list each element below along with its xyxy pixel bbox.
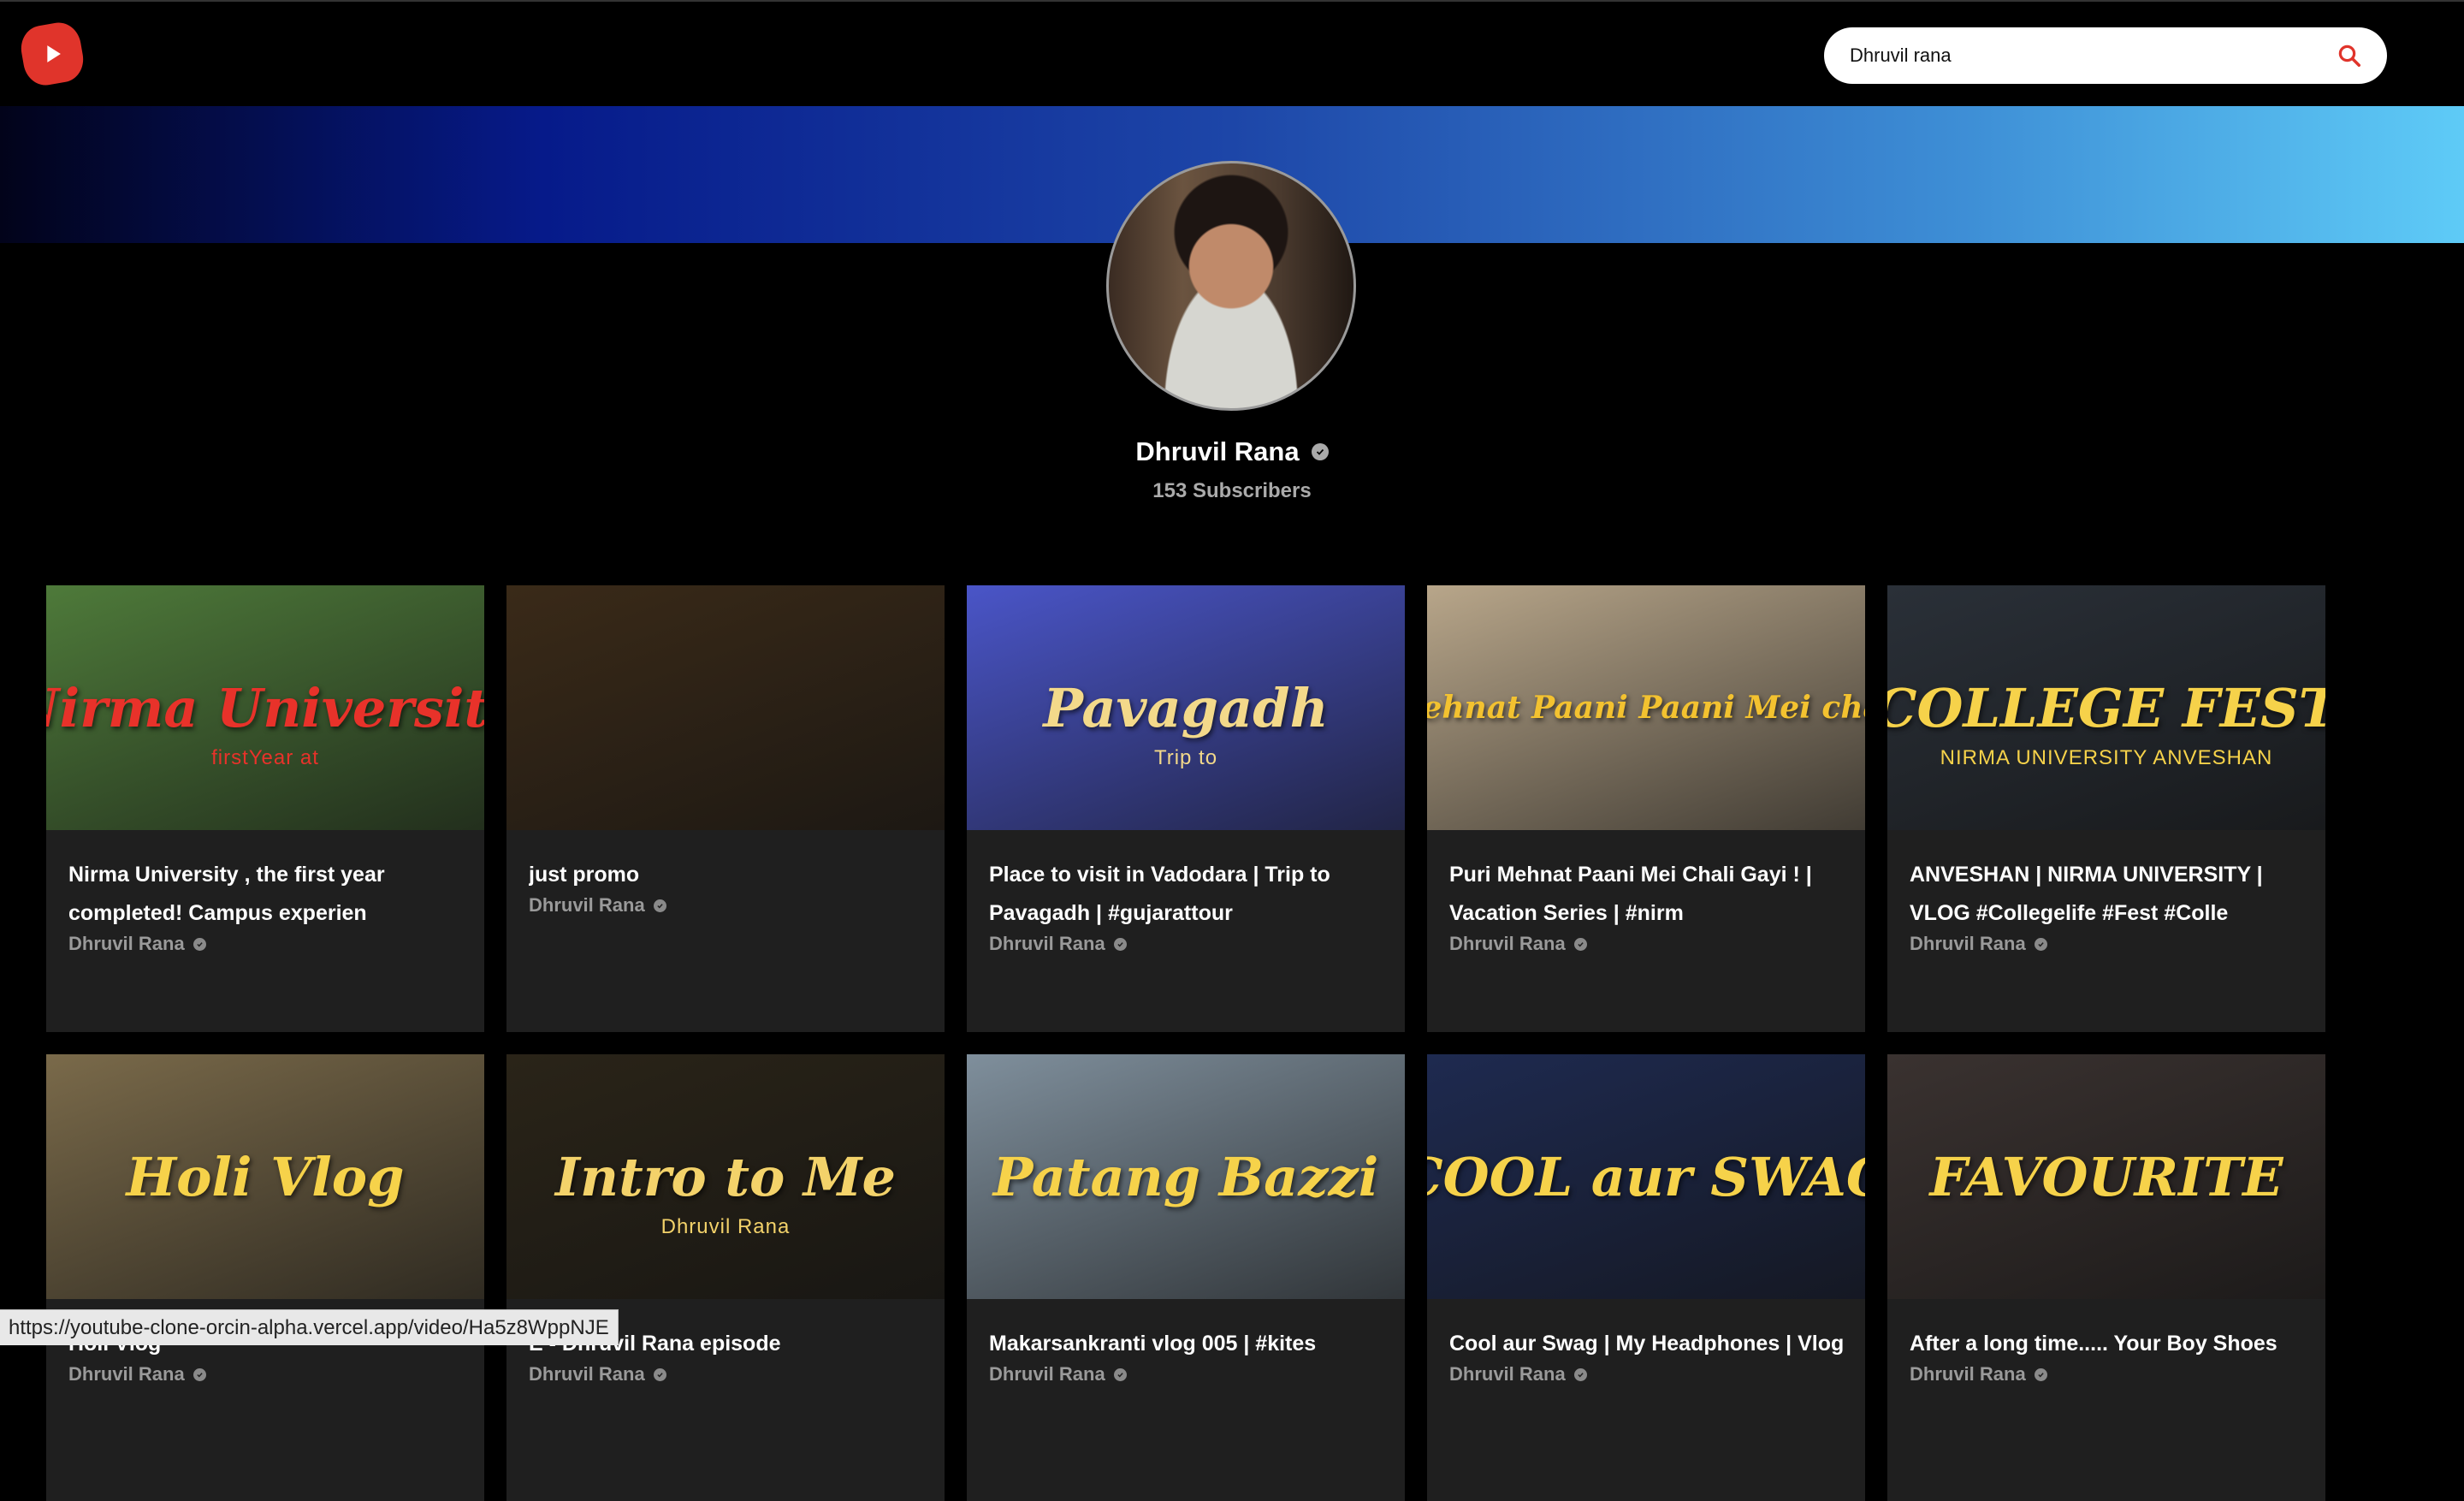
video-thumbnail[interactable]: Dhruvil Rana Intro to Me [506,1054,945,1299]
author-name[interactable]: Dhruvil Rana [68,1363,185,1385]
thumbnail-text: COLLEGE FEST [1887,676,2325,739]
verified-icon [2034,937,2047,951]
video-thumbnail[interactable] [506,585,945,830]
verified-icon [192,1368,206,1381]
video-author: Dhruvil Rana [1910,1363,2305,1385]
channel-name-text: Dhruvil Rana [1135,436,1300,466]
video-card[interactable]: Holi VlogHoli VlogDhruvil Rana [46,1054,484,1501]
thumbnail-subtext: firstYear at [211,746,319,769]
video-author: Dhruvil Rana [989,933,1384,955]
video-meta: After a long time..... Your Boy Shoes Dhr… [1887,1299,2325,1385]
thumbnail-text: FAVOURITE [1929,1145,2283,1208]
author-name[interactable]: Dhruvil Rana [989,1363,1105,1385]
video-author: Dhruvil Rana [1449,933,1845,955]
verified-icon [1573,937,1587,951]
video-card[interactable]: just promo Dhruvil Rana [506,585,945,1032]
author-name[interactable]: Dhruvil Rana [1910,933,2026,955]
thumbnail-text: Patang Bazzi [992,1145,1379,1208]
video-card[interactable]: Trip to Pavagadh Place to visit in Vadodar… [967,585,1405,1032]
video-meta: ANVESHAN | NIRMA UNIVERSITY | VLOG #Coll… [1887,830,2325,955]
thumbnail-subtext: Dhruvil Rana [660,1215,791,1238]
video-meta: Cool aur Swag | My Headphones | Vlog Dhru… [1427,1299,1865,1385]
video-thumbnail[interactable]: Holi Vlog [46,1054,484,1299]
video-title[interactable]: just promo [529,856,924,894]
author-name[interactable]: Dhruvil Rana [989,933,1105,955]
thumbnail-subtext: NIRMA UNIVERSITY ANVESHAN [1940,746,2273,769]
video-meta: just promo Dhruvil Rana [506,830,945,917]
video-meta: Puri Mehnat Paani Mei Chali Gayi ! | Vac… [1427,830,1865,955]
video-card[interactable]: Patang Bazzi Makarsankranti vlog 005 | #k… [967,1054,1405,1501]
video-meta: Nirma University , the first year comple… [46,830,484,955]
verified-icon [192,937,206,951]
thumbnail-subtext: Trip to [1153,746,1218,769]
thumbnail-text: COOL aur SWAG [1427,1145,1865,1208]
verified-icon [1311,443,1329,460]
search-icon[interactable] [2332,39,2366,73]
video-title[interactable]: Cool aur Swag | My Headphones | Vlog [1449,1325,1845,1363]
verified-icon [1113,937,1127,951]
author-name[interactable]: Dhruvil Rana [1910,1363,2026,1385]
video-card[interactable]: FAVOURITE After a long time..... Your Boy… [1887,1054,2325,1501]
video-grid: firstYear at Nirma University Nirma Univer… [46,585,2325,1501]
play-logo-icon[interactable] [17,19,87,89]
video-meta: Makarsankranti vlog 005 | #kites Dhruvil … [967,1299,1405,1385]
author-name[interactable]: Dhruvil Rana [529,1363,645,1385]
video-thumbnail[interactable]: firstYear at Nirma University [46,585,484,830]
thumbnail-text: Holi Vlog [126,1145,405,1208]
channel-avatar [1106,161,1356,411]
video-author: Dhruvil Rana [68,933,464,955]
video-thumbnail[interactable]: COOL aur SWAG [1427,1054,1865,1299]
video-card[interactable]: firstYear at Nirma University Nirma Univer… [46,585,484,1032]
video-title[interactable]: Place to visit in Vadodara | Trip to Pav… [989,856,1384,933]
thumbnail-text: Nirma University [46,676,484,739]
video-card[interactable]: COOL aur SWAG Cool aur Swag | My Headphon… [1427,1054,1865,1501]
video-card[interactable]: NIRMA UNIVERSITY ANVESHAN COLLEGE FEST ANV… [1887,585,2325,1032]
author-name[interactable]: Dhruvil Rana [1449,1363,1566,1385]
video-author: Dhruvil Rana [1910,933,2305,955]
video-title[interactable]: Makarsankranti vlog 005 | #kites [989,1325,1384,1363]
status-bar-url: https://youtube-clone-orcin-alpha.vercel… [0,1309,619,1345]
video-thumbnail[interactable]: Trip to Pavagadh [967,585,1405,830]
thumbnail-text: Intro to Me [555,1145,896,1208]
video-card[interactable]: Puri Mehnat Paani Paani Mei chali gayi Pu… [1427,585,1865,1032]
video-author: Dhruvil Rana [529,894,924,917]
video-card[interactable]: Dhruvil Rana Intro to Me E - Dhruvil Rana … [506,1054,945,1501]
search-input[interactable] [1850,44,2332,67]
thumbnail-text: Puri Mehnat Paani Paani Mei chali gayi [1427,690,1865,726]
verified-icon [2034,1368,2047,1381]
video-title[interactable]: ANVESHAN | NIRMA UNIVERSITY | VLOG #Coll… [1910,856,2305,933]
author-name[interactable]: Dhruvil Rana [529,894,645,917]
video-author: Dhruvil Rana [1449,1363,1845,1385]
video-thumbnail[interactable]: Puri Mehnat Paani Paani Mei chali gayi [1427,585,1865,830]
author-name[interactable]: Dhruvil Rana [1449,933,1566,955]
thumbnail-text: Pavagadh [1043,676,1329,739]
video-meta: Place to visit in Vadodara | Trip to Pav… [967,830,1405,955]
video-thumbnail[interactable]: FAVOURITE [1887,1054,2325,1299]
video-title[interactable]: Nirma University , the first year comple… [68,856,464,933]
verified-icon [653,899,666,912]
video-author: Dhruvil Rana [68,1363,464,1385]
subscriber-count: 153 Subscribers [1152,479,1312,502]
author-name[interactable]: Dhruvil Rana [68,933,185,955]
verified-icon [1573,1368,1587,1381]
video-thumbnail[interactable]: NIRMA UNIVERSITY ANVESHAN COLLEGE FEST [1887,585,2325,830]
top-bar [0,0,2464,106]
video-author: Dhruvil Rana [529,1363,924,1385]
channel-name: Dhruvil Rana [0,436,2464,467]
video-author: Dhruvil Rana [989,1363,1384,1385]
video-title[interactable]: After a long time..... Your Boy Shoes [1910,1325,2305,1363]
search-bar [1824,27,2387,84]
video-title[interactable]: Puri Mehnat Paani Mei Chali Gayi ! | Vac… [1449,856,1845,933]
verified-icon [1113,1368,1127,1381]
video-thumbnail[interactable]: Patang Bazzi [967,1054,1405,1299]
verified-icon [653,1368,666,1381]
